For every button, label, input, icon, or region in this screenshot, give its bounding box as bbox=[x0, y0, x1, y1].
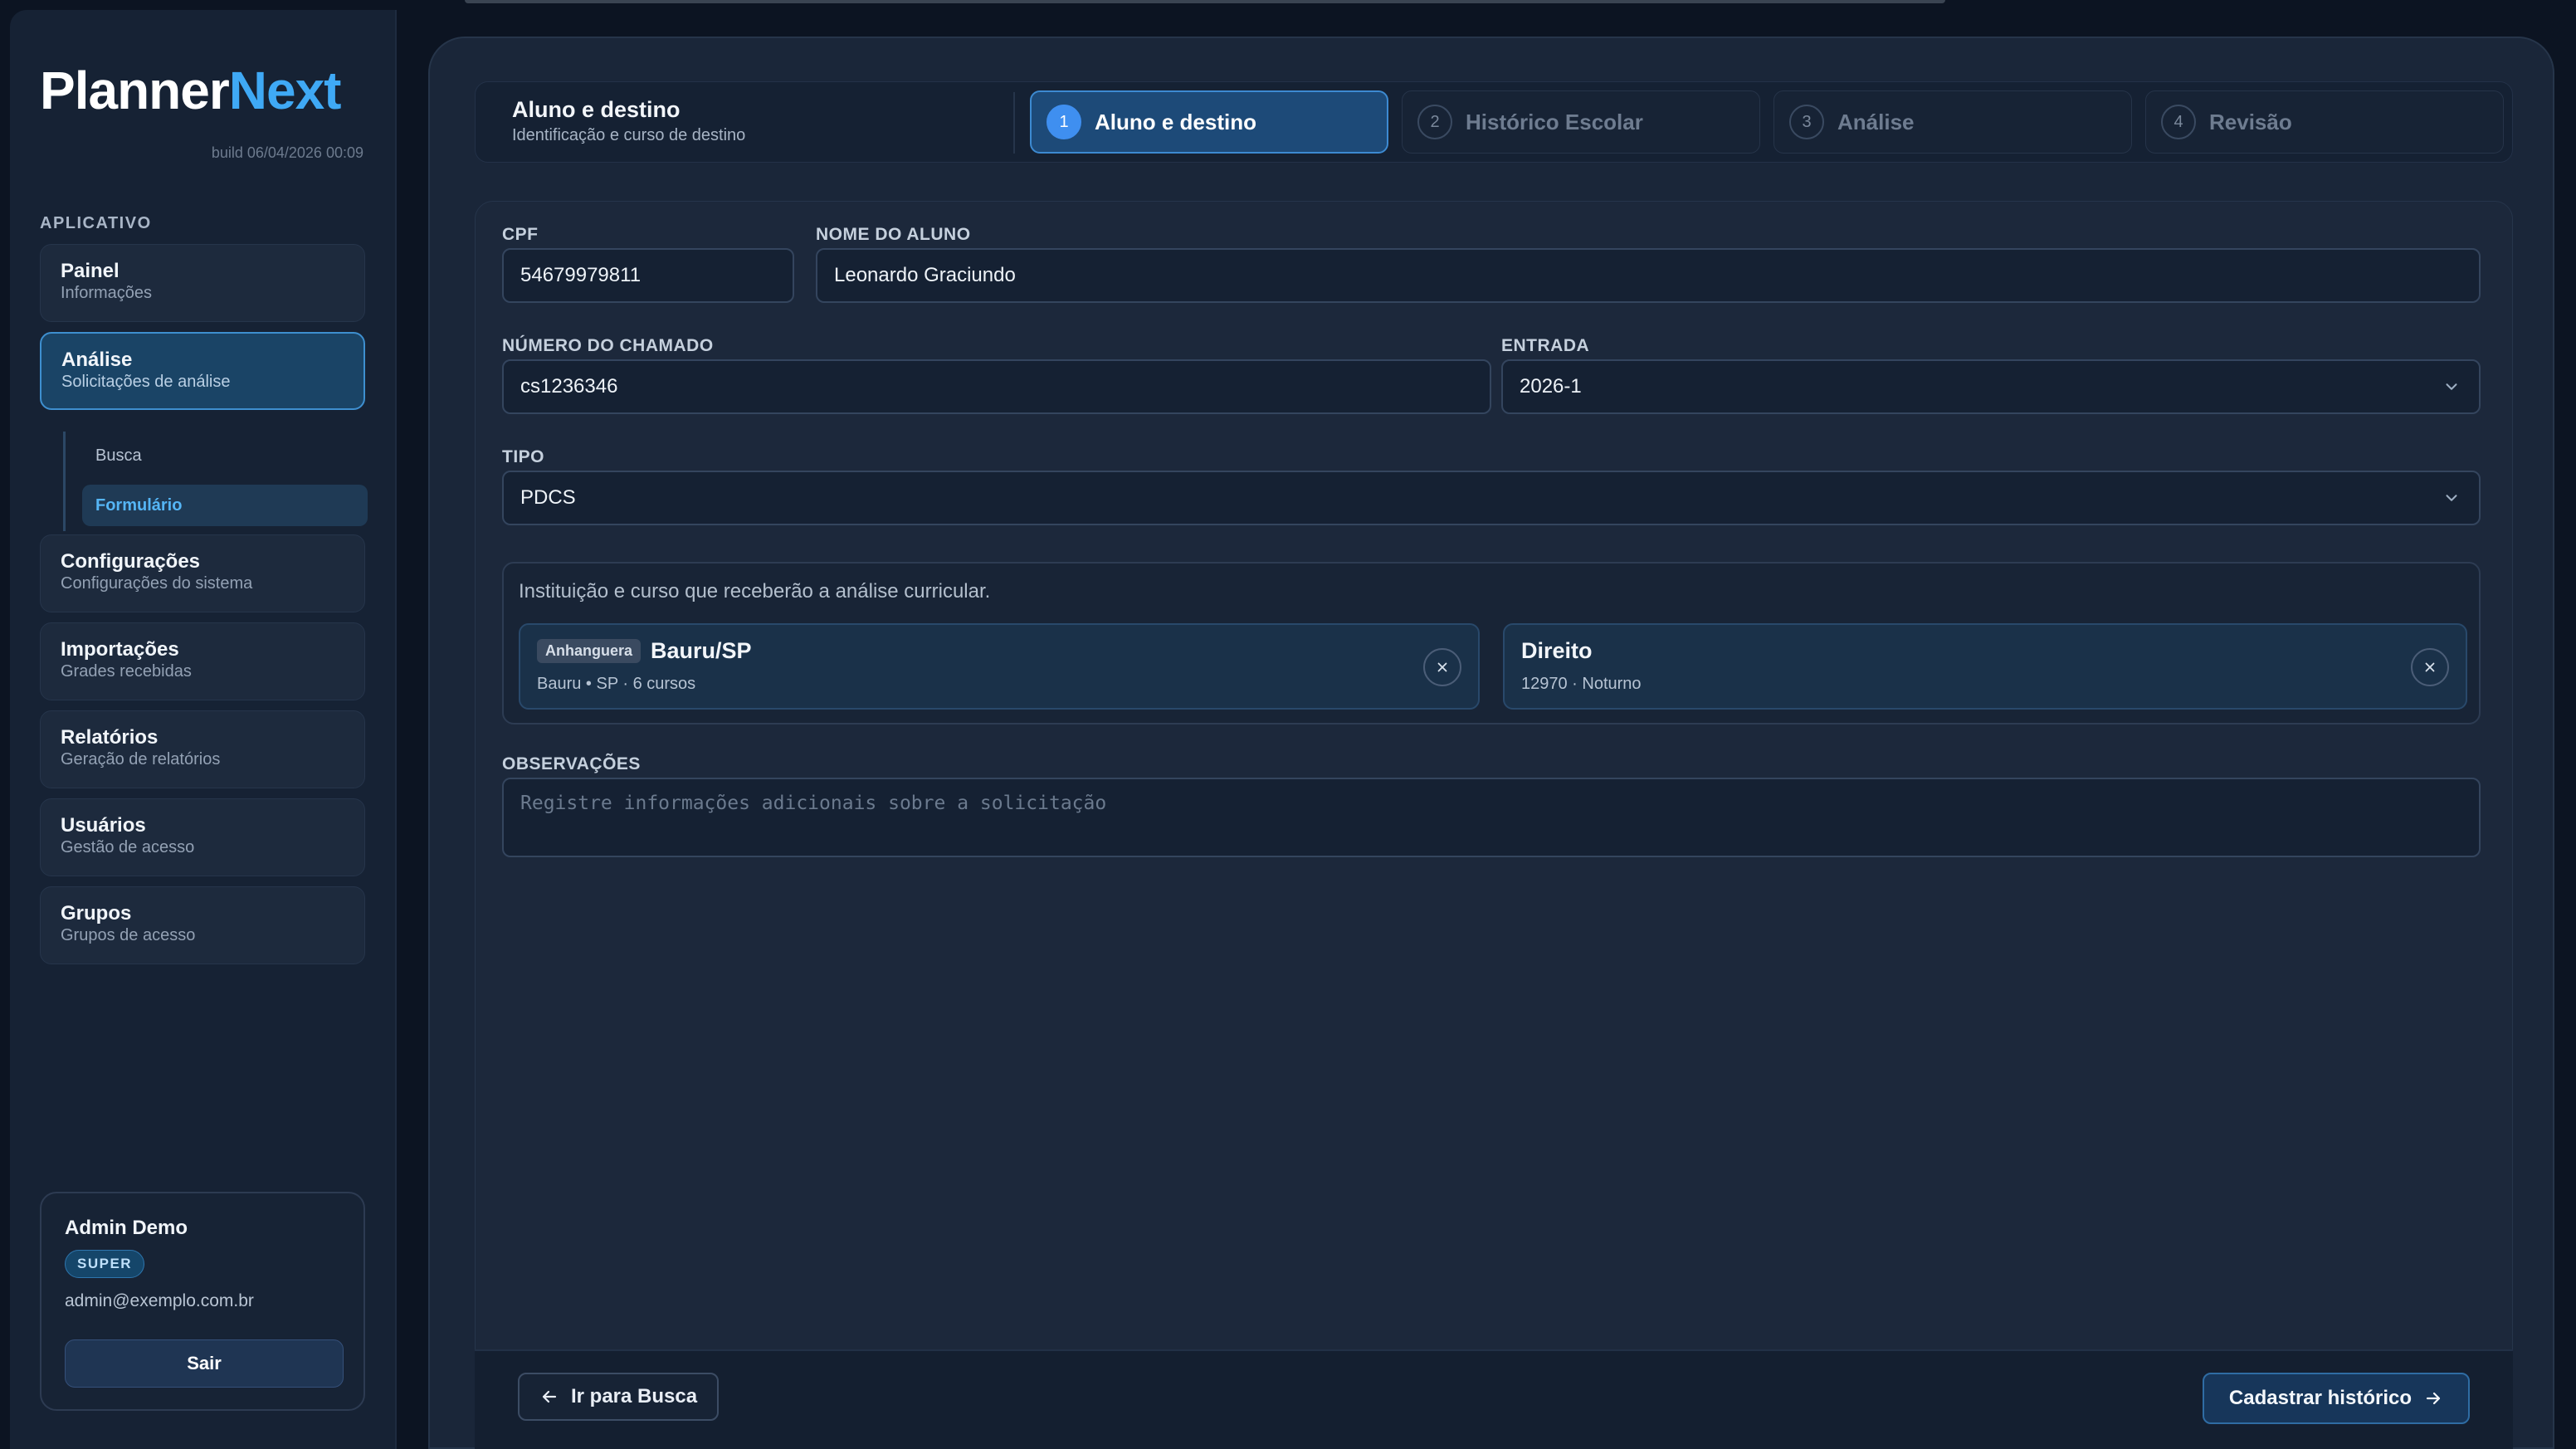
step-number: 3 bbox=[1789, 105, 1824, 139]
step-number: 1 bbox=[1046, 105, 1081, 139]
observacoes-label: OBSERVAÇÕES bbox=[502, 754, 641, 773]
sidebar-section-label: APLICATIVO bbox=[40, 214, 152, 232]
stepper-header: Aluno e destino Identificação e curso de… bbox=[512, 97, 745, 145]
register-history-button[interactable]: Cadastrar histórico bbox=[2202, 1373, 2470, 1424]
sidebar-item-usuarios[interactable]: Usuários Gestão de acesso bbox=[40, 798, 365, 876]
step-label: Revisão bbox=[2209, 109, 2292, 134]
role-badge: SUPER bbox=[65, 1250, 145, 1278]
user-name: Admin Demo bbox=[65, 1217, 188, 1239]
arrow-left-icon bbox=[542, 1390, 557, 1403]
tipo-label: TIPO bbox=[502, 447, 545, 466]
institution-detail: Bauru • SP · 6 cursos bbox=[537, 675, 696, 693]
form-card: CPF 54679979811 NOME DO ALUNO Leonardo G… bbox=[475, 201, 2513, 1449]
sidebar-item-grupos[interactable]: Grupos Grupos de acesso bbox=[40, 886, 365, 964]
chevron-down-icon bbox=[2446, 383, 2457, 390]
step-number: 4 bbox=[2161, 105, 2196, 139]
stepper-divider bbox=[1013, 92, 1015, 154]
subnav-item-formulario[interactable]: Formulário bbox=[82, 485, 368, 526]
institution-tag: Anhanguera bbox=[537, 639, 642, 663]
form-footer: Ir para Busca Cadastrar histórico bbox=[475, 1349, 2513, 1449]
step-revisao[interactable]: 4 Revisão bbox=[2145, 90, 2504, 154]
selected-institution: Anhanguera Bauru/SP Bauru • SP · 6 curso… bbox=[519, 623, 1480, 710]
close-icon bbox=[2425, 662, 2435, 672]
sidebar: PlannerNext build 06/04/2026 00:09 APLIC… bbox=[10, 10, 395, 1449]
entrada-label: ENTRADA bbox=[1501, 336, 1590, 355]
sidebar-item-importacoes[interactable]: Importações Grades recebidas bbox=[40, 622, 365, 700]
step-number: 2 bbox=[1417, 105, 1452, 139]
course-detail: 12970 · Noturno bbox=[1521, 675, 1642, 693]
step-historico-escolar[interactable]: 2 Histórico Escolar bbox=[1402, 90, 1760, 154]
destination-box: Instituição e curso que receberão a anál… bbox=[502, 562, 2481, 724]
remove-course-button[interactable] bbox=[2411, 648, 2449, 686]
analise-subnav: Busca Formulário bbox=[63, 432, 368, 531]
cpf-input[interactable]: 54679979811 bbox=[502, 248, 794, 303]
stepper: Aluno e destino Identificação e curso de… bbox=[475, 81, 2513, 163]
step-analise[interactable]: 3 Análise bbox=[1773, 90, 2132, 154]
sidebar-item-configuracoes[interactable]: Configurações Configurações do sistema bbox=[40, 534, 365, 612]
selected-course: Direito 12970 · Noturno bbox=[1503, 623, 2467, 710]
numero-chamado-label: NÚMERO DO CHAMADO bbox=[502, 336, 714, 355]
cpf-label: CPF bbox=[502, 225, 539, 244]
logout-button[interactable]: Sair bbox=[65, 1339, 344, 1388]
step-label: Aluno e destino bbox=[1095, 109, 1256, 134]
sidebar-item-painel[interactable]: Painel Informações bbox=[40, 244, 365, 322]
numero-chamado-input[interactable]: cs1236346 bbox=[502, 359, 1491, 414]
tipo-select[interactable]: PDCS bbox=[502, 471, 2481, 525]
arrow-right-icon bbox=[2426, 1392, 2441, 1405]
course-name: Direito bbox=[1521, 638, 1593, 663]
sidebar-item-analise[interactable]: Análise Solicitações de análise bbox=[40, 332, 365, 410]
app-logo: PlannerNext bbox=[40, 61, 341, 120]
stepper-subtitle: Identificação e curso de destino bbox=[512, 126, 746, 144]
chevron-down-icon bbox=[2446, 495, 2457, 501]
subnav-item-busca[interactable]: Busca bbox=[82, 435, 368, 476]
user-card: Admin Demo SUPER admin@exemplo.com.br Sa… bbox=[40, 1192, 365, 1411]
nome-aluno-input[interactable]: Leonardo Graciundo bbox=[816, 248, 2481, 303]
stepper-title: Aluno e destino bbox=[512, 97, 681, 122]
sidebar-item-relatorios[interactable]: Relatórios Geração de relatórios bbox=[40, 710, 365, 788]
window-top-edge bbox=[465, 0, 1945, 3]
observacoes-textarea[interactable]: Registre informações adicionais sobre a … bbox=[502, 778, 2481, 857]
institution-name: Bauru/SP bbox=[651, 638, 752, 663]
step-aluno-destino[interactable]: 1 Aluno e destino bbox=[1030, 90, 1388, 154]
destination-hint: Instituição e curso que receberão a anál… bbox=[519, 580, 991, 603]
close-icon bbox=[1437, 662, 1447, 672]
nome-aluno-label: NOME DO ALUNO bbox=[816, 225, 971, 244]
build-info: build 06/04/2026 00:09 bbox=[211, 144, 363, 161]
remove-institution-button[interactable] bbox=[1423, 648, 1461, 686]
back-to-search-button[interactable]: Ir para Busca bbox=[518, 1373, 720, 1421]
entrada-select[interactable]: 2026-1 bbox=[1501, 359, 2481, 414]
user-email: admin@exemplo.com.br bbox=[65, 1291, 254, 1310]
step-label: Histórico Escolar bbox=[1466, 109, 1643, 134]
main-panel: Aluno e destino Identificação e curso de… bbox=[428, 37, 2554, 1449]
step-label: Análise bbox=[1837, 109, 1915, 134]
